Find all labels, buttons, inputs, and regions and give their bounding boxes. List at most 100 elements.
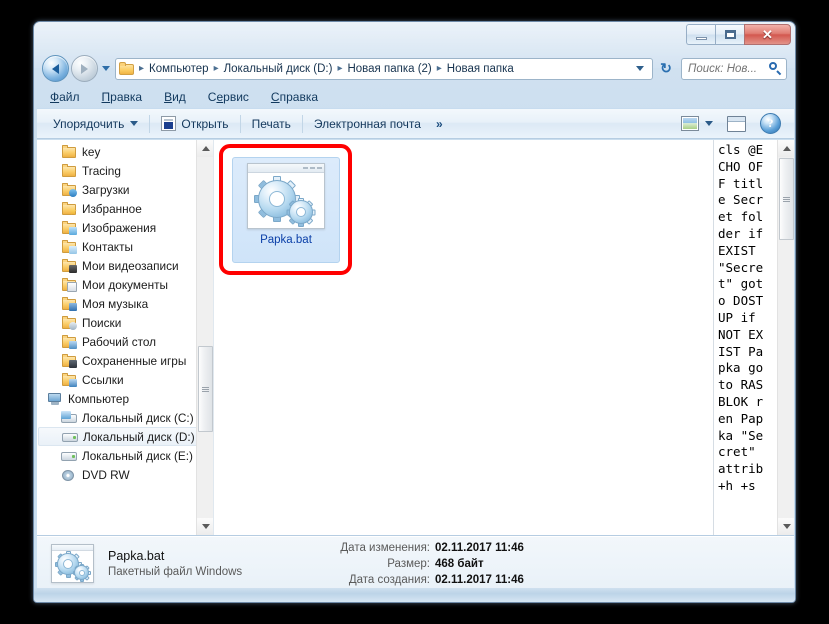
forward-button[interactable] [71,55,98,82]
sidebar-item-16[interactable]: Локальный диск (E:) [37,446,213,465]
details-row: Дата изменения: 02.11.2017 11:46 [300,540,524,556]
chevron-down-icon [201,524,210,529]
searches-folder-icon [61,315,77,330]
sidebar-item-4[interactable]: Изображения [37,218,213,237]
sidebar-item-6[interactable]: Мои видеозаписи [37,256,213,275]
sidebar-item-3[interactable]: Избранное [37,199,213,218]
nav-scroll-up-button[interactable] [197,140,213,157]
details-properties: Дата изменения: 02.11.2017 11:46 Размер:… [300,540,524,588]
preview-text: cls @ECHO OFF title Secret folder if EXI… [718,142,764,493]
close-button[interactable]: ✕ [744,24,791,45]
documents-folder-icon [61,277,77,292]
sidebar-item-8[interactable]: Моя музыка [37,294,213,313]
window-controls: ✕ [686,24,791,45]
sidebar-item-1[interactable]: Tracing [37,161,213,180]
file-name-label: Papka.bat [260,234,312,246]
address-dropdown-icon[interactable] [636,66,644,71]
sidebar-item-5[interactable]: Контакты [37,237,213,256]
sidebar-item-label: Локальный диск (E:) [82,448,193,463]
menu-edit[interactable]: Правка [100,89,145,105]
open-label: Открыть [181,116,229,131]
maximize-icon [724,30,736,39]
preview-scroll-up-button[interactable] [778,140,794,157]
breadcrumb-item-0[interactable]: Компьютер [146,62,212,76]
print-label: Печать [251,116,291,131]
menu-tools[interactable]: Сервис [206,89,251,105]
address-bar[interactable]: ▸ Компьютер ▸ Локальный диск (D:) ▸ Нова… [115,57,653,80]
menu-file[interactable]: Файл [48,89,82,105]
title-bar[interactable]: ✕ [34,22,795,52]
file-item-papka-bat[interactable]: Papka.bat [232,157,340,263]
music-folder-icon [61,296,77,311]
menu-file-label: Файл [50,89,80,104]
help-button[interactable]: ? [753,112,788,135]
breadcrumb-item-2[interactable]: Новая папка (2) [344,62,434,76]
file-list-pane[interactable]: Papka.bat [214,140,713,535]
sidebar-item-label: Локальный диск (D:) [83,429,195,444]
print-button[interactable]: Печать [245,112,298,135]
breadcrumb-item-3[interactable]: Новая папка [444,62,517,76]
sidebar-item-17[interactable]: DVD RW [37,465,213,484]
sidebar-item-15[interactable]: Локальный диск (D:) [38,427,212,446]
computer-icon [47,392,63,406]
menu-help[interactable]: Справка [269,89,320,105]
search-box[interactable] [681,57,787,80]
minimize-button[interactable] [686,24,715,45]
sidebar-item-label: DVD RW [82,467,130,482]
maximize-button[interactable] [715,24,744,45]
navigation-pane: key Tracing Загрузки Избранное Изображения Ко… [37,140,214,535]
sidebar-item-11[interactable]: Сохраненные игры [37,351,213,370]
scrollbar-grip-icon [202,386,209,393]
folder-tree: key Tracing Загрузки Избранное Изображения Ко… [37,140,213,484]
sidebar-item-7[interactable]: Мои документы [37,275,213,294]
desktop-folder-icon [61,334,77,349]
sidebar-item-label: Рабочий стол [82,334,157,349]
details-file-type: Пакетный файл Windows [108,566,243,578]
preview-scrollbar-thumb[interactable] [779,158,794,240]
nav-scrollbar-thumb[interactable] [198,346,213,432]
refresh-button[interactable]: ↻ [655,58,677,80]
preview-scroll-down-button[interactable] [778,518,794,535]
menu-view[interactable]: Вид [162,89,188,105]
nav-scroll-down-button[interactable] [197,518,213,535]
change-view-button[interactable] [674,112,720,135]
search-icon [769,62,782,75]
preview-pane-button[interactable] [720,112,753,135]
sidebar-item-10[interactable]: Рабочий стол [37,332,213,351]
sidebar-item-0[interactable]: key [37,142,213,161]
close-icon: ✕ [762,27,773,42]
folder-badge-icon [67,281,77,292]
sidebar-item-2[interactable]: Загрузки [37,180,213,199]
breadcrumb-item-1[interactable]: Локальный диск (D:) [221,62,336,76]
sidebar-item-label: Мои видеозаписи [82,258,179,273]
folder-badge-icon [69,302,77,311]
breadcrumb-separator: ▸ [139,62,145,74]
details-created-value: 02.11.2017 11:46 [435,573,524,586]
sidebar-item-14[interactable]: Локальный диск (C:) [37,408,213,427]
toolbar-overflow-button[interactable]: » [428,117,450,131]
breadcrumb-separator: ▸ [337,62,343,74]
history-dropdown-icon[interactable] [102,66,110,71]
preview-pane-scrollbar[interactable] [777,140,794,535]
search-input[interactable] [686,61,769,76]
drive-icon [61,449,77,463]
explorer-window: ✕ ▸ Компьютер ▸ Локальный диск (D:) ▸ Но… [33,21,796,603]
organize-button[interactable]: Упорядочить [46,112,145,135]
menu-tools-label: Сервис [207,89,249,104]
sidebar-item-13[interactable]: Компьютер [37,389,213,408]
back-button[interactable] [42,55,69,82]
nav-pane-scrollbar[interactable] [196,140,213,535]
open-button[interactable]: Открыть [154,112,235,135]
folder-badge-icon [69,245,77,254]
email-button[interactable]: Электронная почта [307,112,428,135]
breadcrumb-separator: ▸ [213,62,219,74]
breadcrumb: ▸ Компьютер ▸ Локальный диск (D:) ▸ Нова… [137,62,630,76]
navigation-bar: ▸ Компьютер ▸ Локальный диск (D:) ▸ Нова… [34,52,795,85]
details-row: Размер: 468 байт [300,556,524,572]
view-icon [681,116,699,131]
bat-file-icon [247,163,325,229]
sidebar-item-12[interactable]: Ссылки [37,370,213,389]
sidebar-item-9[interactable]: Поиски [37,313,213,332]
drive-icon [62,430,78,444]
folder-badge-icon [69,321,77,330]
